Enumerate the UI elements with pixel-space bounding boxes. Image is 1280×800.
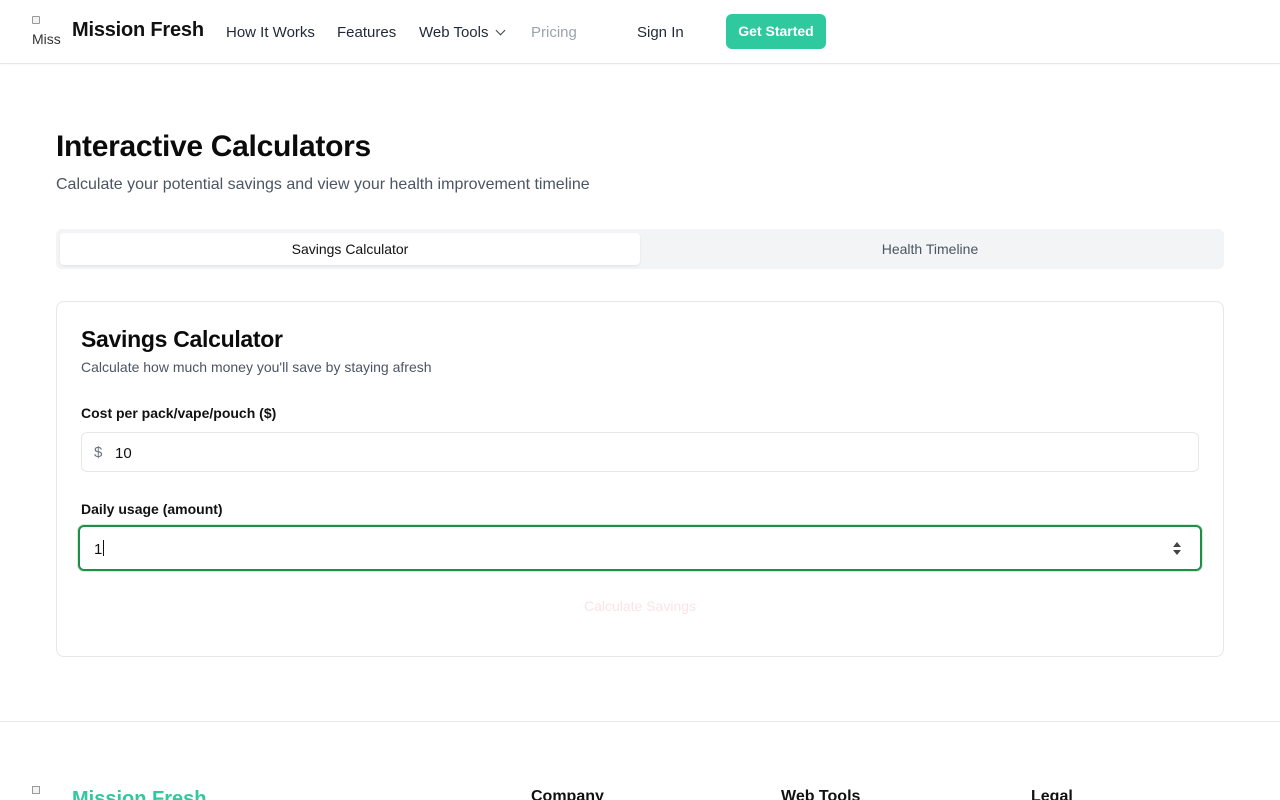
stepper-up-icon[interactable]	[1173, 542, 1181, 547]
nav-web-tools-label: Web Tools	[419, 24, 489, 41]
tab-health-timeline[interactable]: Health Timeline	[640, 233, 1220, 265]
footer-brand[interactable]: Mission Fresh	[72, 788, 206, 800]
stepper-down-icon[interactable]	[1173, 550, 1181, 555]
nav-pricing[interactable]: Pricing	[531, 24, 577, 41]
top-navbar: Miss Mission Fresh How It Works Features…	[0, 0, 1280, 64]
get-started-button[interactable]: Get Started	[726, 14, 826, 49]
calculator-tabs: Savings Calculator Health Timeline	[56, 229, 1224, 269]
footer-divider	[0, 721, 1280, 722]
logo-alt-text: Miss	[32, 31, 61, 47]
sign-in-link[interactable]: Sign In	[637, 24, 684, 41]
footer-heading-company: Company	[531, 788, 604, 800]
cost-value: 10	[115, 445, 132, 462]
page-subtitle: Calculate your potential savings and vie…	[56, 176, 590, 193]
nav-features[interactable]: Features	[337, 24, 396, 41]
broken-image-icon	[32, 786, 40, 794]
page-title: Interactive Calculators	[56, 130, 371, 163]
nav-web-tools[interactable]: Web Tools	[419, 24, 505, 41]
cost-input[interactable]: $ 10	[81, 432, 1199, 472]
chevron-down-icon	[495, 25, 505, 36]
card-subtitle: Calculate how much money you'll save by …	[81, 359, 432, 375]
savings-calculator-card: Savings Calculator Calculate how much mo…	[56, 301, 1224, 657]
nav-how-it-works[interactable]: How It Works	[226, 24, 315, 41]
calculate-savings-button[interactable]: Calculate Savings	[81, 598, 1199, 614]
daily-usage-input[interactable]: 1	[78, 525, 1202, 571]
card-title: Savings Calculator	[81, 326, 283, 352]
footer-logo-image	[32, 786, 48, 800]
footer-heading-web-tools: Web Tools	[781, 788, 861, 800]
daily-usage-label: Daily usage (amount)	[81, 501, 223, 517]
dollar-prefix: $	[94, 444, 103, 461]
footer-heading-legal: Legal	[1031, 788, 1073, 800]
daily-usage-value: 1	[94, 540, 105, 558]
broken-image-icon	[32, 16, 40, 24]
brand-name[interactable]: Mission Fresh	[72, 19, 204, 42]
text-caret	[103, 540, 105, 556]
logo-image[interactable]: Miss	[32, 16, 64, 48]
number-stepper[interactable]	[1172, 541, 1182, 557]
cost-label: Cost per pack/vape/pouch ($)	[81, 405, 277, 421]
tab-savings-calculator[interactable]: Savings Calculator	[60, 233, 640, 265]
